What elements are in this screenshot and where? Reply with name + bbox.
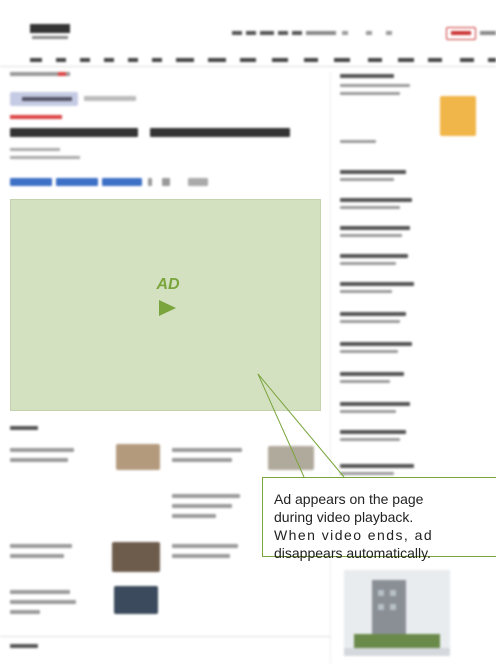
article-date [10,156,80,159]
article-thumbnail[interactable] [116,444,160,470]
category-item[interactable] [152,58,162,62]
settings-icon[interactable] [386,31,392,35]
top-nav-item[interactable] [246,31,256,35]
divider [0,66,496,67]
sidebar-promo-image[interactable] [440,96,476,136]
callout-line: during video playback. [274,509,414,525]
category-item[interactable] [488,58,496,62]
share-button[interactable] [10,178,52,186]
subscribe-button[interactable] [446,27,476,40]
share-button[interactable] [56,178,98,186]
category-item[interactable] [128,58,138,62]
article-thumbnail[interactable] [268,446,314,470]
top-nav-item[interactable] [232,31,242,35]
category-item[interactable] [398,58,414,62]
article-kicker [10,115,62,119]
category-item[interactable] [104,58,114,62]
ad-label: AD [156,276,180,293]
category-item[interactable] [240,58,256,62]
callout-line: disappears automatically. [274,545,431,561]
chevron-down-icon[interactable] [342,31,348,35]
category-item[interactable] [368,58,382,62]
category-item[interactable] [176,58,194,62]
sidebar-article-image[interactable] [344,570,450,656]
category-item[interactable] [80,58,90,62]
category-item[interactable] [30,58,42,62]
top-nav-item[interactable] [306,31,336,35]
ad-explanation-callout: Ad appears on the page during video play… [262,477,496,561]
share-button[interactable] [102,178,142,186]
share-button[interactable] [162,178,170,186]
callout-line: Ad appears on the page [274,491,424,507]
topic-tag-secondary[interactable] [84,96,136,101]
share-button[interactable] [148,178,152,186]
category-item[interactable] [56,58,66,62]
top-nav-item[interactable] [292,31,302,35]
category-nav [0,54,496,66]
article-byline [10,148,60,151]
share-count [188,178,208,186]
article-thumbnail[interactable] [112,542,160,572]
category-item[interactable] [272,58,288,62]
article-thumbnail[interactable] [114,586,158,614]
topic-tag[interactable] [10,92,78,106]
breadcrumb [10,72,70,76]
top-nav-item[interactable] [260,31,274,35]
category-item[interactable] [334,58,350,62]
site-header [0,0,496,80]
category-item[interactable] [304,58,318,62]
search-icon[interactable] [366,31,372,35]
top-nav-item[interactable] [480,31,496,35]
column-divider [330,72,331,664]
category-item[interactable] [428,58,442,62]
play-icon[interactable] [159,300,176,316]
callout-line: When video ends, ad [274,527,434,543]
category-item[interactable] [460,58,474,62]
category-item[interactable] [208,58,226,62]
top-nav-item[interactable] [278,31,288,35]
